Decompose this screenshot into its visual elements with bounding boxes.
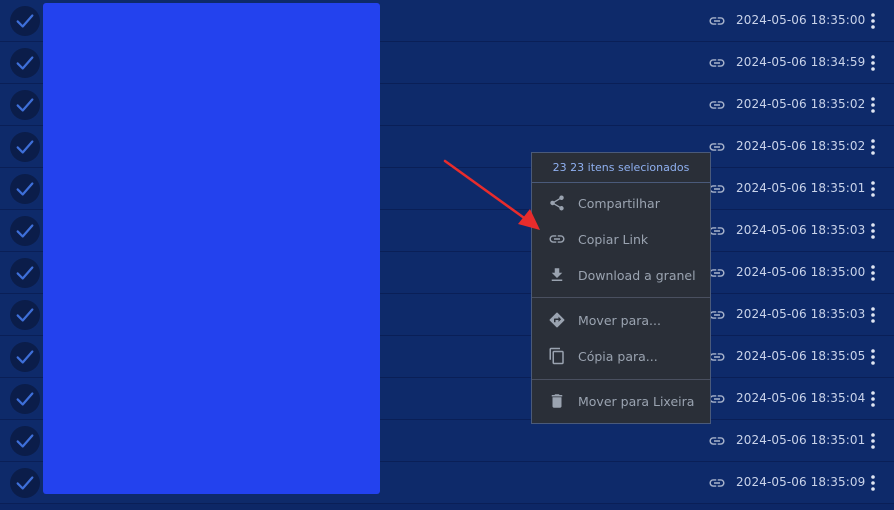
row-date: 2024-05-06 18:35:09 (736, 475, 866, 489)
row-date: 2024-05-06 18:35:02 (736, 97, 866, 111)
menu-item-label: Mover para Lixeira (578, 393, 695, 409)
more-vert-icon[interactable] (864, 179, 882, 199)
link-icon[interactable] (708, 432, 726, 450)
row-date: 2024-05-06 18:35:04 (736, 391, 866, 405)
more-vert-icon[interactable] (864, 431, 882, 451)
checkmark-icon[interactable] (10, 300, 40, 330)
row-date: 2024-05-06 18:35:00 (736, 13, 866, 27)
more-vert-icon[interactable] (864, 305, 882, 325)
more-vert-icon[interactable] (864, 53, 882, 73)
menu-item-copy-to[interactable]: Cópia para... (532, 339, 710, 373)
more-vert-icon[interactable] (864, 95, 882, 115)
checkmark-icon[interactable] (10, 342, 40, 372)
link-icon (549, 235, 565, 243)
row-date: 2024-05-06 18:35:03 (736, 307, 866, 321)
menu-item-label: Download a granel (578, 267, 696, 283)
checkmark-icon[interactable] (10, 258, 40, 288)
checkmark-icon[interactable] (10, 426, 40, 456)
menu-item-trash[interactable]: Mover para Lixeira (532, 384, 710, 418)
menu-item-move[interactable]: Mover para... (532, 303, 710, 337)
row-date: 2024-05-06 18:35:00 (736, 265, 866, 279)
checkmark-icon[interactable] (10, 6, 40, 36)
selection-count-header: 23 23 itens selecionados (532, 153, 710, 183)
more-vert-icon[interactable] (864, 473, 882, 493)
menu-divider (532, 297, 710, 298)
more-vert-icon[interactable] (864, 137, 882, 157)
copy-icon (549, 347, 564, 365)
row-date: 2024-05-06 18:35:01 (736, 433, 866, 447)
menu-item-label: Copiar Link (578, 231, 649, 247)
more-vert-icon[interactable] (864, 389, 882, 409)
checkmark-icon[interactable] (10, 90, 40, 120)
row-date: 2024-05-06 18:35:02 (736, 139, 866, 153)
checkmark-icon[interactable] (10, 468, 40, 498)
checkmark-icon[interactable] (10, 48, 40, 78)
trash-icon (551, 394, 563, 408)
row-date: 2024-05-06 18:34:59 (736, 55, 866, 69)
checkmark-icon[interactable] (10, 132, 40, 162)
link-icon[interactable] (708, 474, 726, 492)
link-icon[interactable] (708, 12, 726, 30)
more-vert-icon[interactable] (864, 263, 882, 283)
menu-item-label: Compartilhar (578, 195, 660, 211)
share-icon (550, 195, 564, 211)
selected-files-block (43, 3, 380, 494)
download-icon (551, 268, 563, 281)
more-vert-icon[interactable] (864, 221, 882, 241)
menu-item-label: Cópia para... (578, 348, 658, 364)
link-icon[interactable] (708, 96, 726, 114)
menu-item-share[interactable]: Compartilhar (532, 186, 710, 220)
row-date: 2024-05-06 18:35:01 (736, 181, 866, 195)
context-menu: 23 23 itens selecionados Compartilhar Co… (531, 152, 711, 424)
menu-divider (532, 379, 710, 380)
menu-item-label: Mover para... (578, 312, 661, 328)
row-date: 2024-05-06 18:35:05 (736, 349, 866, 363)
more-vert-icon[interactable] (864, 347, 882, 367)
more-vert-icon[interactable] (864, 11, 882, 31)
checkmark-icon[interactable] (10, 216, 40, 246)
menu-item-bulk-download[interactable]: Download a granel (532, 258, 710, 292)
link-icon[interactable] (708, 54, 726, 72)
menu-item-copy-link[interactable]: Copiar Link (532, 222, 710, 256)
row-date: 2024-05-06 18:35:03 (736, 223, 866, 237)
checkmark-icon[interactable] (10, 384, 40, 414)
move-icon (549, 312, 565, 328)
checkmark-icon[interactable] (10, 174, 40, 204)
